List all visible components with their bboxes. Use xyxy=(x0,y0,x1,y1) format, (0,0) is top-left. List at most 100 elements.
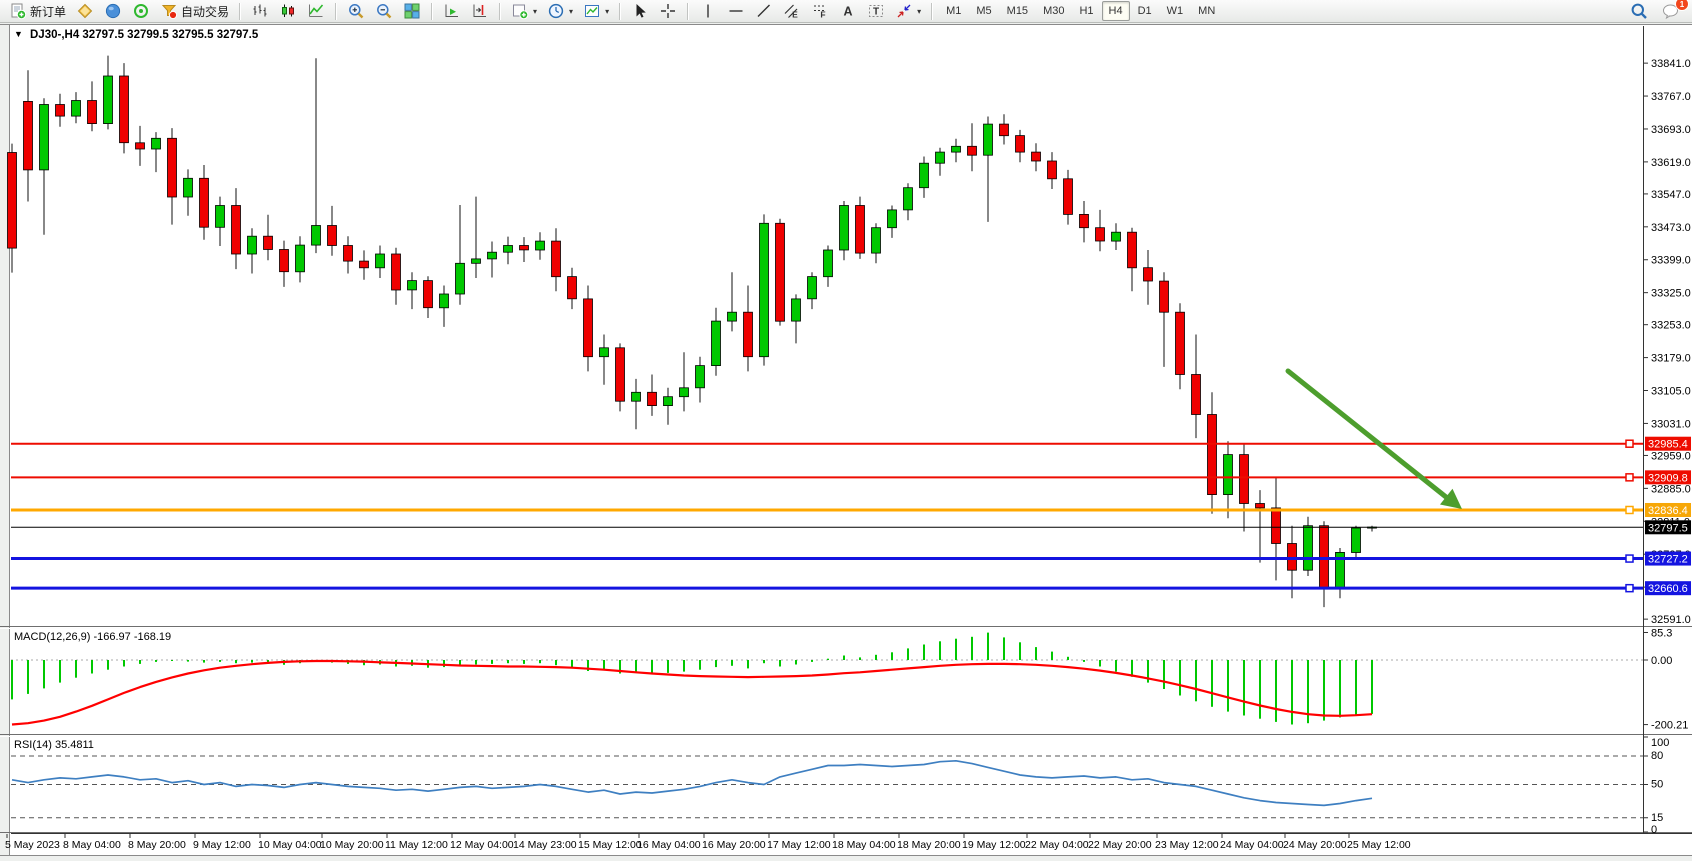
periods-button[interactable]: ▾ xyxy=(543,0,577,22)
horizontal-line-button[interactable] xyxy=(723,0,749,22)
auto-scroll-button[interactable] xyxy=(439,0,465,22)
profile-icon-button[interactable] xyxy=(100,0,126,22)
price-line-label: 32727.2 xyxy=(1648,554,1688,566)
candle xyxy=(872,228,881,253)
timeframe-h4[interactable]: H4 xyxy=(1102,1,1130,21)
price-tick-label: 33841.0 xyxy=(1651,58,1691,70)
rsi-axis-label: 15 xyxy=(1651,812,1663,824)
tile-windows-icon xyxy=(403,2,421,20)
candlestick-chart-button[interactable] xyxy=(275,0,301,22)
line-endpoint-marker[interactable] xyxy=(1626,440,1633,447)
candle xyxy=(136,143,145,149)
gold-icon-button[interactable] xyxy=(72,0,98,22)
candle xyxy=(280,250,289,272)
text-icon: A xyxy=(839,2,857,20)
candle xyxy=(408,281,417,290)
svg-text:T: T xyxy=(873,7,879,18)
vertical-line-button[interactable] xyxy=(695,0,721,22)
timeframe-w1[interactable]: W1 xyxy=(1160,1,1191,21)
candle xyxy=(808,277,817,299)
text-button[interactable]: A xyxy=(835,0,861,22)
time-tick-label: 18 May 20:00 xyxy=(897,839,961,851)
candle xyxy=(1160,281,1169,312)
price-line-label: 32660.6 xyxy=(1648,583,1688,595)
timeframe-m5[interactable]: M5 xyxy=(969,1,998,21)
line-chart-button[interactable] xyxy=(303,0,329,22)
candle xyxy=(472,259,481,263)
line-endpoint-marker[interactable] xyxy=(1626,555,1633,562)
vline-icon xyxy=(699,2,717,20)
auto-scroll-icon xyxy=(443,2,461,20)
toolbar-right: 1 xyxy=(1626,0,1692,22)
periods-icon xyxy=(547,2,565,20)
blue-avatar-icon xyxy=(104,2,122,20)
line-endpoint-marker[interactable] xyxy=(1626,585,1633,592)
candle xyxy=(248,236,257,254)
notification-badge: 1 xyxy=(1675,0,1689,11)
candle xyxy=(360,261,369,268)
line-endpoint-marker[interactable] xyxy=(1626,474,1633,481)
tile-windows-button[interactable] xyxy=(399,0,425,22)
time-tick-label: 17 May 12:00 xyxy=(767,839,831,851)
timeframe-m1[interactable]: M1 xyxy=(939,1,968,21)
signals-icon-button[interactable] xyxy=(128,0,154,22)
zoom-in-button[interactable] xyxy=(343,0,369,22)
candle xyxy=(72,101,81,117)
candle xyxy=(824,250,833,277)
candle xyxy=(936,152,945,163)
candle xyxy=(168,138,177,197)
candle xyxy=(1144,268,1153,281)
fibonacci-button[interactable]: F xyxy=(807,0,833,22)
zoom-out-button[interactable] xyxy=(371,0,397,22)
candle xyxy=(856,206,865,254)
autotrading-button[interactable]: 自动交易 xyxy=(156,0,233,22)
new-order-button[interactable]: 新订单 xyxy=(5,0,70,22)
candle xyxy=(632,392,641,401)
timeframe-m30[interactable]: M30 xyxy=(1036,1,1071,21)
symbol-menu-icon[interactable]: ▼ xyxy=(14,29,23,39)
bar-chart-button[interactable] xyxy=(247,0,273,22)
timeframe-m15[interactable]: M15 xyxy=(1000,1,1035,21)
templates-button[interactable]: ▾ xyxy=(579,0,613,22)
chevron-down-icon: ▾ xyxy=(605,7,609,16)
channel-button[interactable]: E xyxy=(779,0,805,22)
trendline-icon xyxy=(755,2,773,20)
cursor-button[interactable] xyxy=(627,0,653,22)
chart-shift-button[interactable] xyxy=(467,0,493,22)
svg-text:E: E xyxy=(792,10,798,20)
price-tick-label: 33105.0 xyxy=(1651,386,1691,398)
crosshair-button[interactable] xyxy=(655,0,681,22)
price-tick-label: 33619.0 xyxy=(1651,157,1691,169)
rsi-pane-label: RSI(14) 35.4811 xyxy=(14,739,94,751)
candle xyxy=(344,246,353,262)
timeframe-d1[interactable]: D1 xyxy=(1131,1,1159,21)
time-tick-label: 22 May 20:00 xyxy=(1088,839,1152,851)
toolbar-separator xyxy=(931,3,933,20)
candle xyxy=(552,241,561,277)
timeframe-h1[interactable]: H1 xyxy=(1072,1,1100,21)
zoom-out-icon xyxy=(375,2,393,20)
time-tick-label: 8 May 04:00 xyxy=(63,839,121,851)
candle xyxy=(984,124,993,155)
candle xyxy=(104,76,113,124)
trendline-button[interactable] xyxy=(751,0,777,22)
candle xyxy=(1272,508,1281,544)
time-tick-label: 15 May 12:00 xyxy=(578,839,642,851)
candle xyxy=(456,263,465,294)
arrows-button[interactable]: ▾ xyxy=(891,0,925,22)
chart-background xyxy=(9,24,1692,855)
search-button[interactable] xyxy=(1626,0,1652,22)
toolbar: 新订单自动交易▾▾▾EFAT▾ M1M5M15M30H1H4D1W1MN 1 xyxy=(0,0,1692,23)
line-endpoint-marker[interactable] xyxy=(1626,506,1633,513)
candle xyxy=(8,153,17,249)
timeframe-mn[interactable]: MN xyxy=(1191,1,1222,21)
macd-axis-label: 85.3 xyxy=(1651,627,1672,639)
fibo-icon: F xyxy=(811,2,829,20)
indicators-button[interactable]: ▾ xyxy=(507,0,541,22)
chat-button[interactable]: 1 xyxy=(1658,0,1684,22)
text-label-button[interactable]: T xyxy=(863,0,889,22)
candle xyxy=(584,299,593,357)
chevron-down-icon: ▾ xyxy=(917,7,921,16)
chart-shift-icon xyxy=(471,2,489,20)
time-tick-label: 22 May 04:00 xyxy=(1025,839,1089,851)
